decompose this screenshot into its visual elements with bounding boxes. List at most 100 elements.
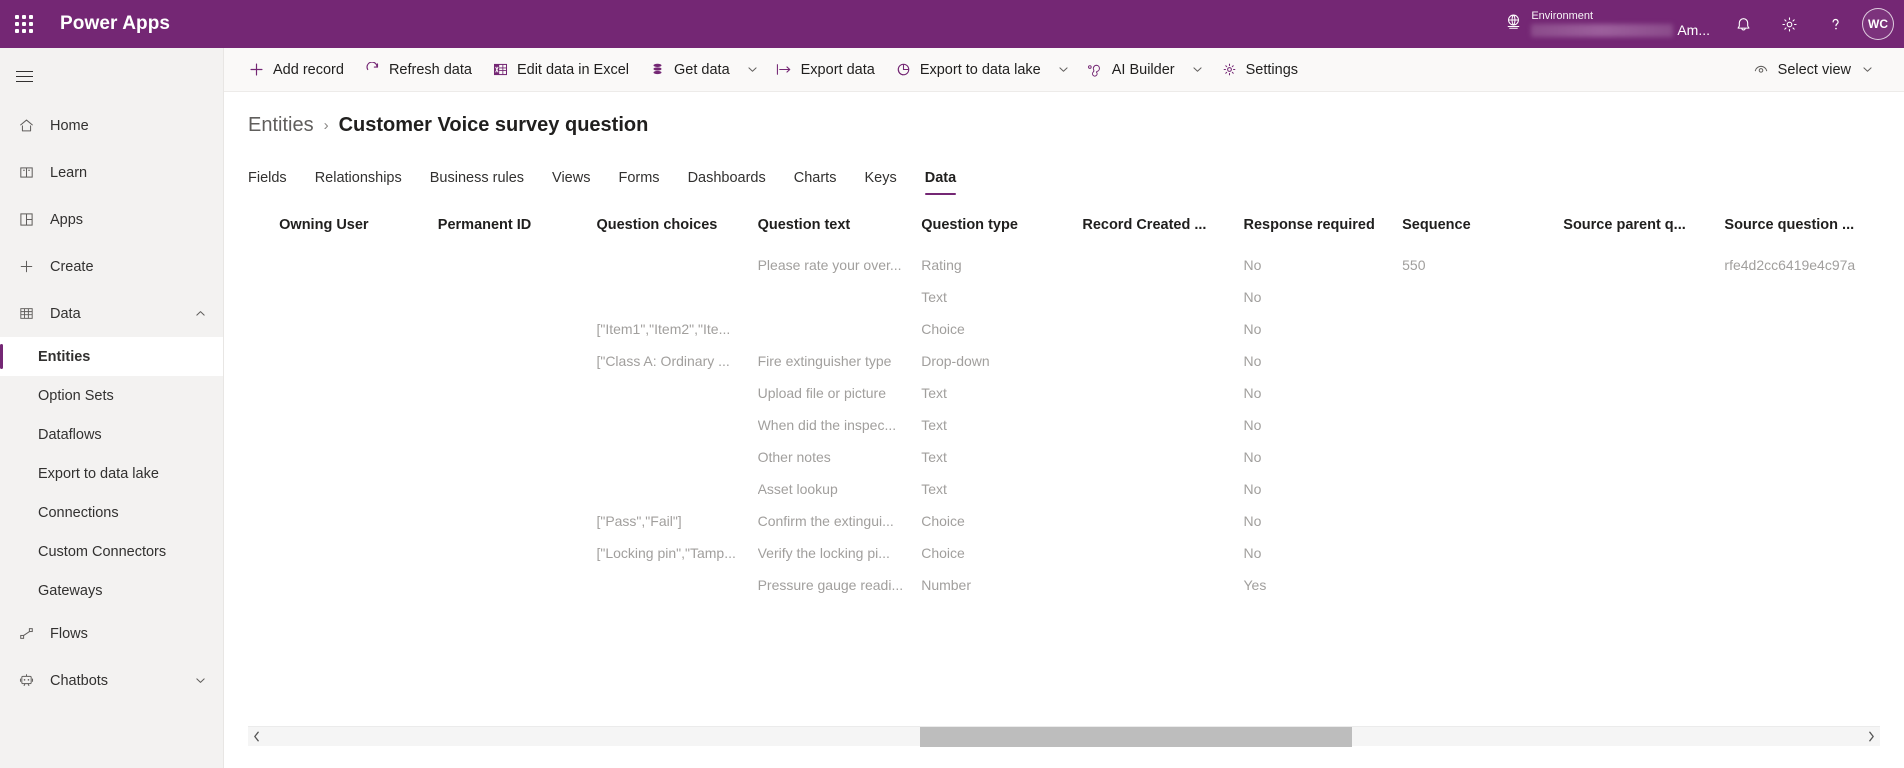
- column-header-response-required[interactable]: Response required: [1243, 211, 1402, 249]
- plus-icon: [16, 257, 36, 277]
- horizontal-scrollbar-track[interactable]: [265, 726, 1863, 747]
- select-view-button[interactable]: Select view: [1743, 48, 1886, 92]
- table-row[interactable]: Upload file or picture Text No: [248, 377, 1898, 409]
- sidebar-item-option-sets[interactable]: Option Sets: [0, 376, 223, 415]
- tab-forms[interactable]: Forms: [604, 170, 673, 195]
- command-label: Edit data in Excel: [516, 61, 630, 78]
- tab-charts[interactable]: Charts: [780, 170, 851, 195]
- sidebar-item-dataflows[interactable]: Dataflows: [0, 415, 223, 454]
- column-header-question-type[interactable]: Question type: [921, 211, 1082, 249]
- caret-right-icon[interactable]: [1863, 727, 1880, 747]
- tab-fields[interactable]: Fields: [248, 170, 301, 195]
- command-label: AI Builder: [1111, 61, 1175, 78]
- cell-source-question: [1724, 281, 1898, 313]
- sidebar-item-entities[interactable]: Entities: [0, 337, 223, 376]
- environment-picker[interactable]: Environment Am...: [1494, 0, 1720, 48]
- ai-builder-button[interactable]: AI Builder: [1077, 48, 1185, 92]
- add-record-button[interactable]: Add record: [238, 48, 354, 92]
- sidebar-item-apps[interactable]: Apps: [0, 196, 223, 243]
- sidebar-item-chatbots[interactable]: Chatbots: [0, 657, 223, 704]
- caret-left-icon[interactable]: [248, 727, 265, 747]
- cell-owning-user: [279, 377, 438, 409]
- breadcrumb-parent-entities[interactable]: Entities: [248, 114, 314, 137]
- sidebar-item-home[interactable]: Home: [0, 102, 223, 149]
- sidebar-item-export-to-data-lake[interactable]: Export to data lake: [0, 454, 223, 493]
- cell-record-created: [1082, 249, 1243, 281]
- tab-keys[interactable]: Keys: [850, 170, 910, 195]
- environment-labels: Environment Am...: [1531, 10, 1710, 39]
- export-to-data-lake-chevron-down-icon[interactable]: [1051, 48, 1077, 92]
- table-row[interactable]: ["Item1","Item2","Ite... Choice No: [248, 313, 1898, 345]
- tab-data[interactable]: Data: [911, 170, 970, 195]
- question-mark-icon[interactable]: [1812, 0, 1858, 48]
- tab-label: Charts: [793, 170, 837, 186]
- app-launcher-icon[interactable]: [0, 0, 48, 48]
- refresh-data-button[interactable]: Refresh data: [354, 48, 482, 92]
- cell-sequence: [1402, 313, 1563, 345]
- column-header-permanent-id[interactable]: Permanent ID: [438, 211, 597, 249]
- sidebar-item-gateways[interactable]: Gateways: [0, 571, 223, 610]
- sidebar-item-custom-connectors[interactable]: Custom Connectors: [0, 532, 223, 571]
- table-row[interactable]: Pressure gauge readi... Number Yes: [248, 569, 1898, 601]
- horizontal-scrollbar-thumb[interactable]: [920, 726, 1352, 747]
- command-bar-right: Select view: [1743, 48, 1886, 92]
- table-row[interactable]: ["Pass","Fail"] Confirm the extingui... Ch…: [248, 505, 1898, 537]
- table-row[interactable]: When did the inspec... Text No: [248, 409, 1898, 441]
- gear-icon[interactable]: [1766, 0, 1812, 48]
- cell-record-created: [1082, 345, 1243, 377]
- cell-record-created: [1082, 281, 1243, 313]
- cell-question-choices: [596, 281, 757, 313]
- cell-owning-user: [279, 537, 438, 569]
- cell-permanent-id: [438, 505, 597, 537]
- tab-relationships[interactable]: Relationships: [301, 170, 416, 195]
- command-label: Export to data lake: [919, 61, 1041, 78]
- app-launcher-grid: [15, 15, 33, 33]
- sidebar-item-flows[interactable]: Flows: [0, 610, 223, 657]
- table-row[interactable]: ["Locking pin","Tamp... Verify the lockin…: [248, 537, 1898, 569]
- tab-business-rules[interactable]: Business rules: [416, 170, 538, 195]
- cell-owning-user: [279, 505, 438, 537]
- brand-title[interactable]: Power Apps: [60, 13, 170, 35]
- sidebar-item-connections[interactable]: Connections: [0, 493, 223, 532]
- column-header-n[interactable]: n: [248, 211, 279, 249]
- column-header-question-choices[interactable]: Question choices: [596, 211, 757, 249]
- data-grid-scroll-region[interactable]: n Owning User Permanent ID Question choi…: [248, 211, 1904, 726]
- sidebar-item-label: Create: [50, 258, 94, 275]
- column-header-question-text[interactable]: Question text: [758, 211, 922, 249]
- edit-data-in-excel-button[interactable]: Edit data in Excel: [482, 48, 639, 92]
- cell-question-choices: [596, 569, 757, 601]
- column-header-record-created[interactable]: Record Created ...: [1082, 211, 1243, 249]
- table-row[interactable]: Please rate your over... Rating No 550 rfe4d…: [248, 249, 1898, 281]
- cell-sequence: [1402, 409, 1563, 441]
- column-header-source-parent-question[interactable]: Source parent q...: [1563, 211, 1724, 249]
- export-data-button[interactable]: Export data: [766, 48, 885, 92]
- hamburger-icon[interactable]: [0, 54, 48, 98]
- column-header-sequence[interactable]: Sequence: [1402, 211, 1563, 249]
- table-row[interactable]: Text No: [248, 281, 1898, 313]
- cell-source-question: [1724, 505, 1898, 537]
- tab-views[interactable]: Views: [538, 170, 604, 195]
- table-row[interactable]: Asset lookup Text No: [248, 473, 1898, 505]
- cell-permanent-id: [438, 377, 597, 409]
- avatar[interactable]: WC: [1862, 8, 1894, 40]
- ai-builder-chevron-down-icon[interactable]: [1185, 48, 1211, 92]
- cell-owning-user: [279, 473, 438, 505]
- chevron-down-icon[interactable]: [194, 674, 207, 687]
- table-row[interactable]: Other notes Text No: [248, 441, 1898, 473]
- column-header-owning-user[interactable]: Owning User: [279, 211, 438, 249]
- cell-sequence: 550: [1402, 257, 1426, 273]
- tab-dashboards[interactable]: Dashboards: [674, 170, 780, 195]
- get-data-chevron-down-icon[interactable]: [740, 48, 766, 92]
- sidebar-item-data[interactable]: Data: [0, 290, 223, 337]
- get-data-button[interactable]: Get data: [639, 48, 740, 92]
- table-row[interactable]: ["Class A: Ordinary ... Fire extinguisher…: [248, 345, 1898, 377]
- horizontal-scrollbar[interactable]: [248, 726, 1880, 747]
- sidebar-item-learn[interactable]: Learn: [0, 149, 223, 196]
- bell-icon[interactable]: [1720, 0, 1766, 48]
- chevron-up-icon[interactable]: [194, 307, 207, 320]
- column-header-source-question[interactable]: Source question ...: [1724, 211, 1898, 249]
- sidebar-item-create[interactable]: Create: [0, 243, 223, 290]
- settings-button[interactable]: Settings: [1211, 48, 1308, 92]
- content-region: Entities › Customer Voice survey questio…: [224, 92, 1904, 768]
- export-to-data-lake-button[interactable]: Export to data lake: [885, 48, 1051, 92]
